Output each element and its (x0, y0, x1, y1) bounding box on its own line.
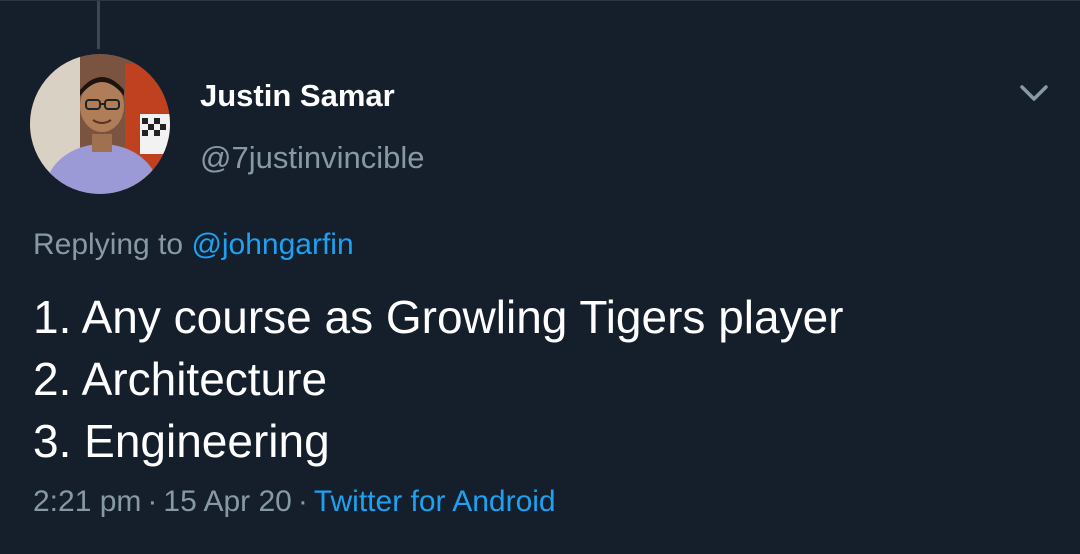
reply-mention-link[interactable]: @johngarfin (191, 228, 353, 261)
author-handle[interactable]: @7justinvincible (200, 139, 424, 177)
tweet-text: 1. Any course as Growling Tigers player … (33, 286, 843, 472)
chevron-down-icon[interactable] (1012, 75, 1056, 111)
tweet-line: 3. Engineering (33, 415, 330, 467)
avatar[interactable] (30, 54, 170, 194)
tweet-line: 1. Any course as Growling Tigers player (33, 291, 844, 343)
tweet-card: Justin Samar @7justinvincible Replying t… (0, 0, 1080, 554)
tweet-source-link[interactable]: Twitter for Android (314, 485, 556, 518)
thread-connector-line (97, 1, 100, 49)
avatar-photo (30, 54, 170, 194)
replying-to-label: Replying to (33, 228, 184, 261)
tweet-time[interactable]: 2:21 pm (33, 485, 141, 518)
author-display-name[interactable]: Justin Samar (200, 77, 395, 115)
tweet-line: 2. Architecture (33, 353, 328, 405)
replying-to-line: Replying to @johngarfin (33, 227, 354, 263)
tweet-date[interactable]: 15 Apr 20 (163, 485, 291, 518)
meta-separator: · (297, 485, 308, 518)
meta-separator: · (147, 485, 158, 518)
tweet-meta: 2:21 pm · 15 Apr 20 · Twitter for Android (33, 484, 556, 520)
